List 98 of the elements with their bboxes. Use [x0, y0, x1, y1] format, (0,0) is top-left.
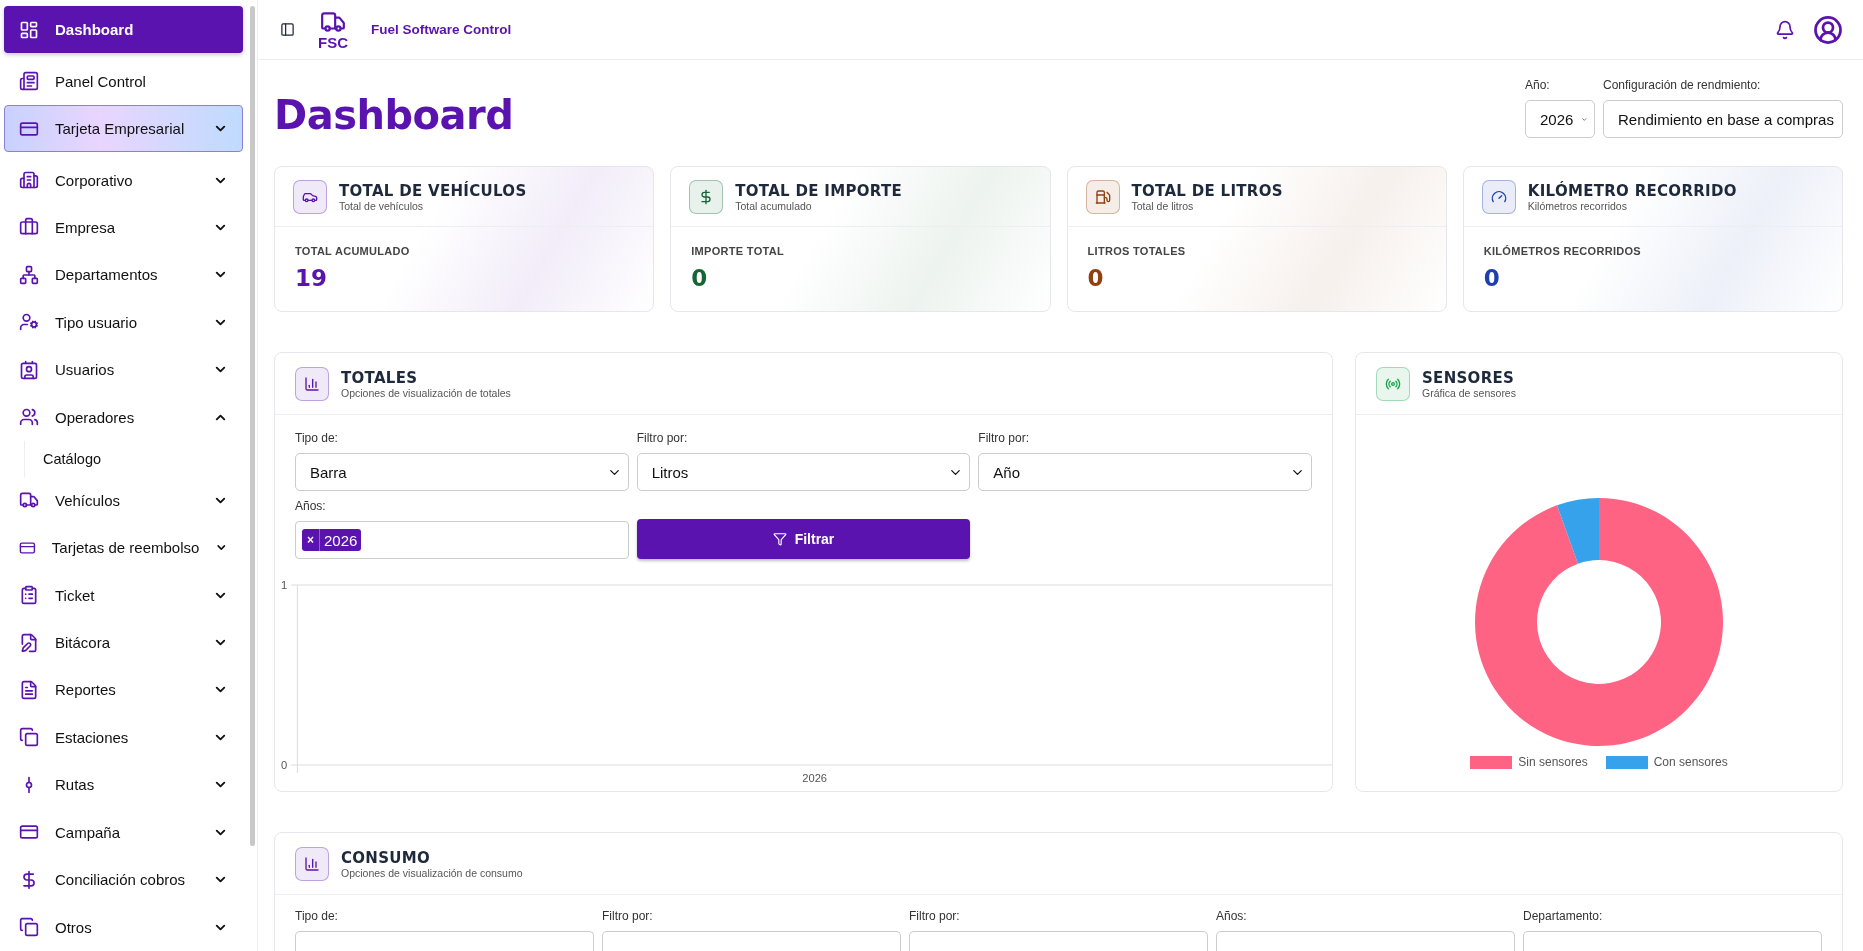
nav-icon	[19, 264, 39, 285]
sidebar-item[interactable]: Conciliación cobros	[4, 856, 243, 904]
filter-label: Configuración de rendmiento:	[1603, 78, 1762, 92]
card-subtitle: Total de litros	[1131, 199, 1195, 212]
panel-subtitle: Gráfica de sensores	[1422, 386, 1516, 399]
user-avatar-icon[interactable]	[1813, 14, 1843, 45]
field-label: Filtro por:	[602, 909, 654, 923]
panel-title: CONSUMO	[341, 848, 432, 867]
nav-icon	[19, 359, 39, 380]
field-label: Filtro por:	[636, 431, 689, 445]
field-label: Años:	[1216, 909, 1248, 923]
card-subtitle: Total de vehículos	[339, 199, 425, 212]
sidebar-item[interactable]: Ticket	[4, 571, 243, 619]
logo-text: FSC	[318, 35, 348, 50]
stat-label: KILÓMETROS RECORRIDOS	[1483, 245, 1642, 257]
page-title: Dashboard	[274, 92, 514, 138]
legend-label: Sin sensores	[1518, 755, 1588, 769]
select-field[interactable]: Año	[978, 453, 1312, 491]
panel-subtitle: Opciones de visualización de totales	[341, 386, 511, 399]
sidebar-item[interactable]: Empresa	[4, 203, 243, 252]
signal-icon	[1376, 366, 1410, 401]
panel-title: TOTALES	[341, 368, 419, 387]
field-label: Tipo de:	[295, 431, 339, 445]
stat-label: IMPORTE TOTAL	[691, 245, 785, 257]
field-label: Años:	[295, 499, 327, 513]
nav-icon	[19, 170, 39, 191]
years-field[interactable]: × 2026	[295, 521, 629, 559]
card-title: KILÓMETRO RECORRIDO	[1527, 181, 1737, 200]
sidebar-subitem[interactable]: Catálogo	[24, 440, 243, 477]
card-title: TOTAL DE IMPORTE	[735, 181, 903, 200]
card-title: TOTAL DE VEHÍCULOS	[339, 181, 527, 200]
stat-value: 19	[295, 265, 328, 291]
stat-label: TOTAL ACUMULADO	[295, 245, 411, 257]
remove-tag-button[interactable]: ×	[302, 529, 320, 551]
legend-label: Con sensores	[1653, 755, 1728, 769]
filter-icon	[772, 532, 787, 546]
y-tick: 1	[280, 579, 1332, 591]
sidebar-item[interactable]: Rutas	[4, 761, 243, 809]
nav-icon	[19, 71, 39, 92]
sidebar-item[interactable]: Dashboard	[4, 6, 243, 54]
notification-bell-icon[interactable]	[1775, 19, 1795, 40]
nav-icon	[19, 727, 39, 748]
sidebar-toggle-icon[interactable]	[280, 22, 295, 37]
filter-button[interactable]: Filtrar	[636, 519, 971, 559]
sidebar-item[interactable]: Tarjetas de reembolso	[4, 523, 243, 572]
filter-label: Año:	[1525, 78, 1551, 92]
sidebar-item[interactable]: Estaciones	[4, 713, 243, 762]
nav-icon	[19, 312, 39, 333]
sidebar-item[interactable]: Departamentos	[4, 251, 243, 299]
nav-icon	[19, 585, 39, 606]
sidebar-item[interactable]: Vehículos	[4, 476, 243, 524]
card-title: TOTAL DE LITROS	[1131, 181, 1283, 200]
sidebar-item[interactable]: Panel Control	[4, 57, 243, 105]
stat-icon	[689, 179, 724, 214]
select-field[interactable]: Barra	[295, 453, 629, 491]
card-subtitle: Kilómetros recorridos	[1527, 199, 1628, 212]
panel-subtitle: Opciones de visualización de consumo	[341, 866, 523, 879]
truck-icon	[320, 9, 346, 35]
sidebar-item[interactable]: Reportes	[4, 666, 243, 714]
card-subtitle: Total acumulado	[735, 199, 813, 212]
stat-value: 0	[1483, 265, 1501, 291]
stat-icon	[1481, 179, 1516, 214]
nav-icon	[19, 19, 39, 40]
sidebar-item[interactable]: Usuarios	[4, 346, 243, 394]
field-label: Filtro por:	[978, 431, 1030, 445]
stat-label: LITROS TOTALES	[1087, 245, 1187, 257]
nav-icon	[19, 679, 39, 700]
sidebar-item[interactable]: Bitácora	[4, 618, 243, 667]
field-label: Tipo de:	[295, 909, 339, 923]
stat-value: 0	[1087, 265, 1105, 291]
nav-icon	[19, 632, 39, 653]
stat-icon	[293, 179, 327, 214]
sidebar-item[interactable]: Corporativo	[4, 156, 243, 204]
year-tag: × 2026	[302, 529, 362, 551]
y-tick-label: 1	[280, 579, 288, 591]
sidebar-item[interactable]: Tipo usuario	[4, 298, 243, 347]
nav-icon	[19, 407, 39, 428]
chart-icon	[295, 366, 329, 401]
x-tick-label: 2026	[802, 772, 828, 784]
select-field[interactable]: Litros	[636, 453, 971, 491]
nav-icon	[19, 217, 39, 238]
panel-title: SENSORES	[1422, 368, 1516, 387]
sidebar-item[interactable]: Otros	[4, 903, 243, 951]
nav-icon	[19, 917, 39, 938]
app-name: Fuel Software Control	[371, 22, 513, 37]
filter-select[interactable]: 2026	[1525, 100, 1595, 138]
stat-icon	[1085, 179, 1120, 214]
filter-select[interactable]: Rendimiento en base a compras	[1603, 100, 1843, 138]
sidebar-item[interactable]: Operadores	[4, 393, 243, 441]
stat-value: 0	[691, 265, 709, 291]
sidebar-item[interactable]: Tarjeta Empresarial	[4, 104, 243, 153]
sidebar-item[interactable]: Campaña	[4, 808, 243, 856]
field-label: Filtro por:	[909, 909, 961, 923]
field-label: Departamento:	[1523, 909, 1604, 923]
y-tick: 0	[280, 759, 1332, 771]
chart-icon	[295, 846, 329, 881]
y-tick-label: 0	[280, 759, 288, 771]
scrollbar[interactable]	[250, 6, 255, 846]
